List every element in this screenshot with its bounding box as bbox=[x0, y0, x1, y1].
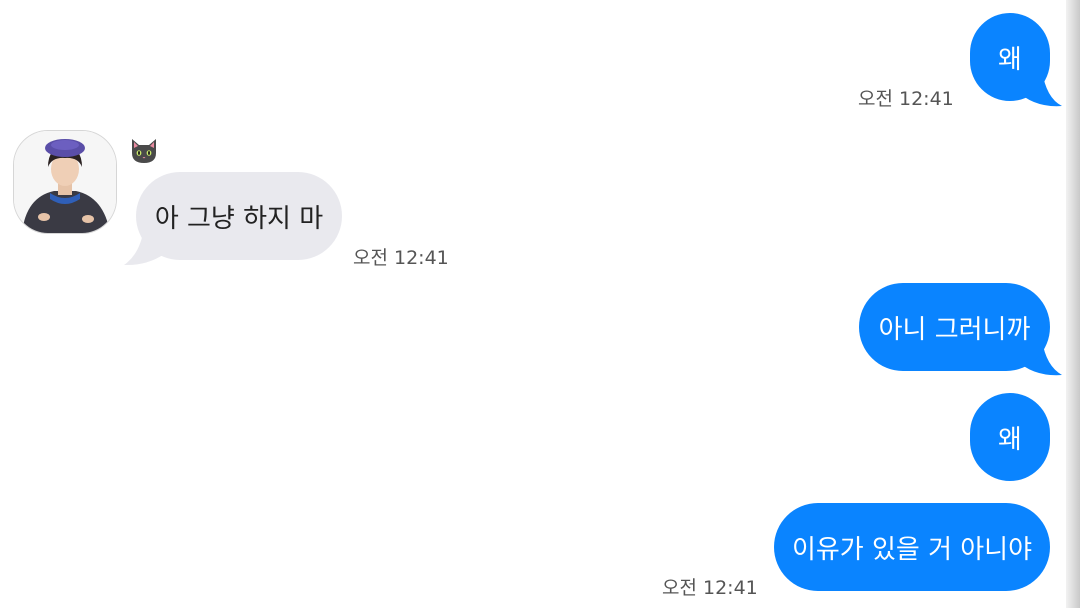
message-bubble-sent-1[interactable]: 왜 bbox=[970, 13, 1050, 101]
right-edge-shadow bbox=[1066, 0, 1080, 608]
message-text-2: 아 그냥 하지 마 bbox=[154, 203, 324, 234]
message-text-5: 이유가 있을 거 아니야 bbox=[791, 534, 1033, 565]
avatar-photo bbox=[14, 131, 116, 233]
message-text-1: 왜 bbox=[998, 44, 1022, 75]
message-bubble-sent-2[interactable]: 아니 그러니까 bbox=[859, 283, 1050, 371]
message-text-4: 왜 bbox=[998, 424, 1022, 455]
message-bubble-sent-4[interactable]: 이유가 있을 거 아니야 bbox=[774, 503, 1050, 591]
timestamp-2: 오전 12:41 bbox=[353, 247, 449, 269]
message-text-3: 아니 그러니까 bbox=[878, 314, 1031, 345]
timestamp-3: 오전 12:41 bbox=[662, 577, 758, 599]
message-bubble-received-1[interactable]: 아 그냥 하지 마 bbox=[136, 172, 342, 260]
chat-screen: 왜 오전 12:41 아 그냥 하지 마 오전 12:41 아니 그러니까 왜 … bbox=[0, 0, 1080, 608]
cat-face-icon bbox=[132, 139, 156, 163]
timestamp-1: 오전 12:41 bbox=[858, 88, 954, 110]
message-bubble-sent-3[interactable]: 왜 bbox=[970, 393, 1050, 481]
contact-avatar[interactable] bbox=[14, 131, 116, 233]
